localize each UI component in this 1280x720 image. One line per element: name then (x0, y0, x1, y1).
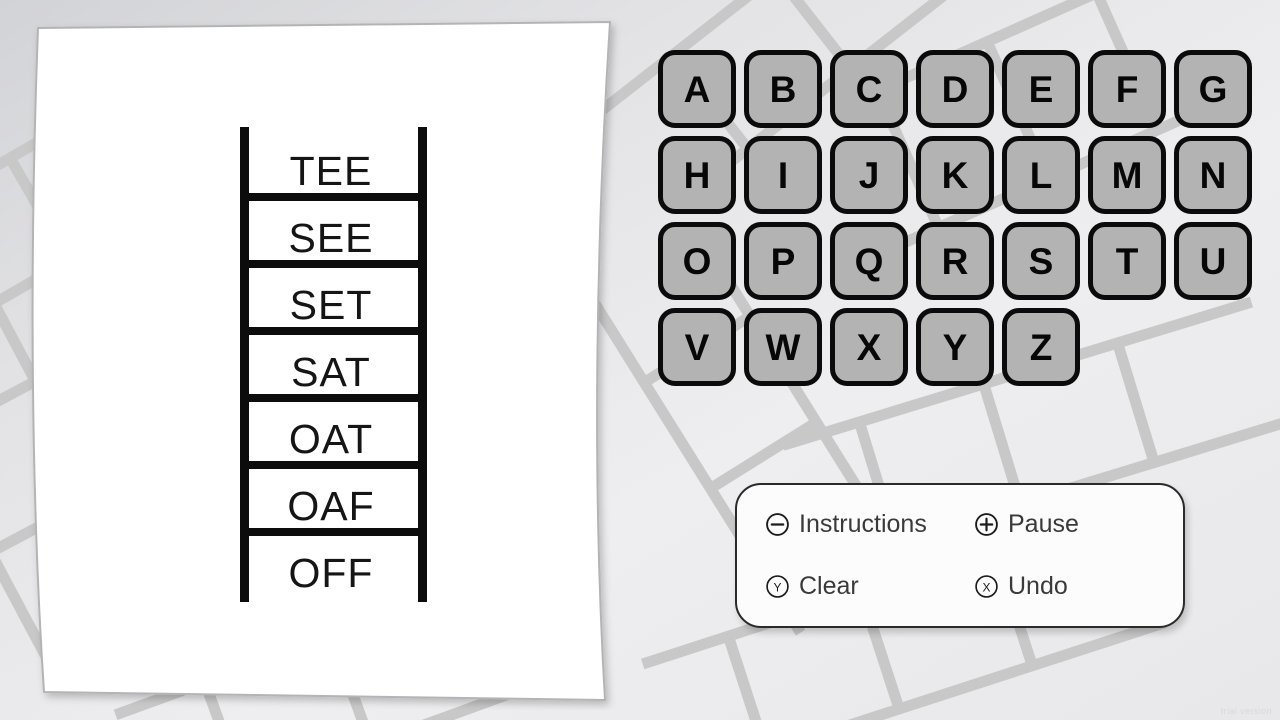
svg-text:Y: Y (774, 581, 782, 595)
hint-undo[interactable]: X Undo (974, 574, 1183, 599)
on-screen-keyboard: A B C D E F G H I J K L M N O P Q R S T … (658, 50, 1258, 394)
ladder-rung (240, 327, 427, 335)
key-L[interactable]: L (1002, 136, 1080, 214)
ladder-word: SAT (291, 349, 371, 395)
hint-clear[interactable]: Y Clear (765, 574, 974, 599)
key-B[interactable]: B (744, 50, 822, 128)
ladder-word: SEE (288, 215, 374, 261)
circle-plus-icon (975, 512, 998, 536)
key-Z[interactable]: Z (1002, 308, 1080, 386)
circle-minus-icon (766, 512, 789, 536)
key-I[interactable]: I (744, 136, 822, 214)
key-H[interactable]: H (658, 136, 736, 214)
key-C[interactable]: C (830, 50, 908, 128)
key-T[interactable]: T (1088, 222, 1166, 300)
key-G[interactable]: G (1174, 50, 1252, 128)
ladder-rung (240, 394, 427, 402)
word-ladder: TEE SEE SET SAT OAT OAF OFF (221, 127, 441, 607)
keyboard-row-2: H I J K L M N (658, 136, 1258, 214)
hint-label-undo: Undo (1008, 572, 1068, 601)
key-A[interactable]: A (658, 50, 736, 128)
key-Q[interactable]: Q (830, 222, 908, 300)
trial-watermark: trial version (1220, 706, 1272, 716)
key-Y[interactable]: Y (916, 308, 994, 386)
keyboard-row-4: V W X Y Z (658, 308, 1258, 386)
word-ladder-sheet: TEE SEE SET SAT OAT OAF OFF (20, 10, 640, 710)
hint-instructions[interactable]: Instructions (765, 509, 974, 538)
key-V[interactable]: V (658, 308, 736, 386)
keyboard-row-1: A B C D E F G (658, 50, 1258, 128)
key-E[interactable]: E (1002, 50, 1080, 128)
ladder-rung (240, 461, 427, 469)
keyboard-row-3: O P Q R S T U (658, 222, 1258, 300)
control-hints-panel: Instructions Pause Y Clear X Undo (735, 483, 1185, 628)
circle-y-icon: Y (766, 575, 789, 598)
key-R[interactable]: R (916, 222, 994, 300)
ladder-word: TEE (289, 148, 373, 194)
key-D[interactable]: D (916, 50, 994, 128)
ladder-rung (240, 528, 427, 536)
hint-label-pause: Pause (1008, 509, 1079, 538)
key-F[interactable]: F (1088, 50, 1166, 128)
key-K[interactable]: K (916, 136, 994, 214)
key-N[interactable]: N (1174, 136, 1252, 214)
key-J[interactable]: J (830, 136, 908, 214)
hint-pause[interactable]: Pause (974, 509, 1183, 538)
key-O[interactable]: O (658, 222, 736, 300)
key-W[interactable]: W (744, 308, 822, 386)
ladder-rung (240, 193, 427, 201)
key-S[interactable]: S (1002, 222, 1080, 300)
hint-label-instructions: Instructions (799, 509, 927, 538)
svg-text:X: X (983, 581, 991, 595)
ladder-rung (240, 260, 427, 268)
key-P[interactable]: P (744, 222, 822, 300)
ladder-word: OAT (288, 416, 374, 462)
key-U[interactable]: U (1174, 222, 1252, 300)
hint-label-clear: Clear (799, 572, 859, 601)
key-M[interactable]: M (1088, 136, 1166, 214)
ladder-word: OFF (288, 550, 374, 596)
ladder-word: SET (289, 282, 373, 328)
key-X[interactable]: X (830, 308, 908, 386)
circle-x-icon: X (975, 575, 998, 598)
ladder-word: OAF (287, 483, 375, 529)
